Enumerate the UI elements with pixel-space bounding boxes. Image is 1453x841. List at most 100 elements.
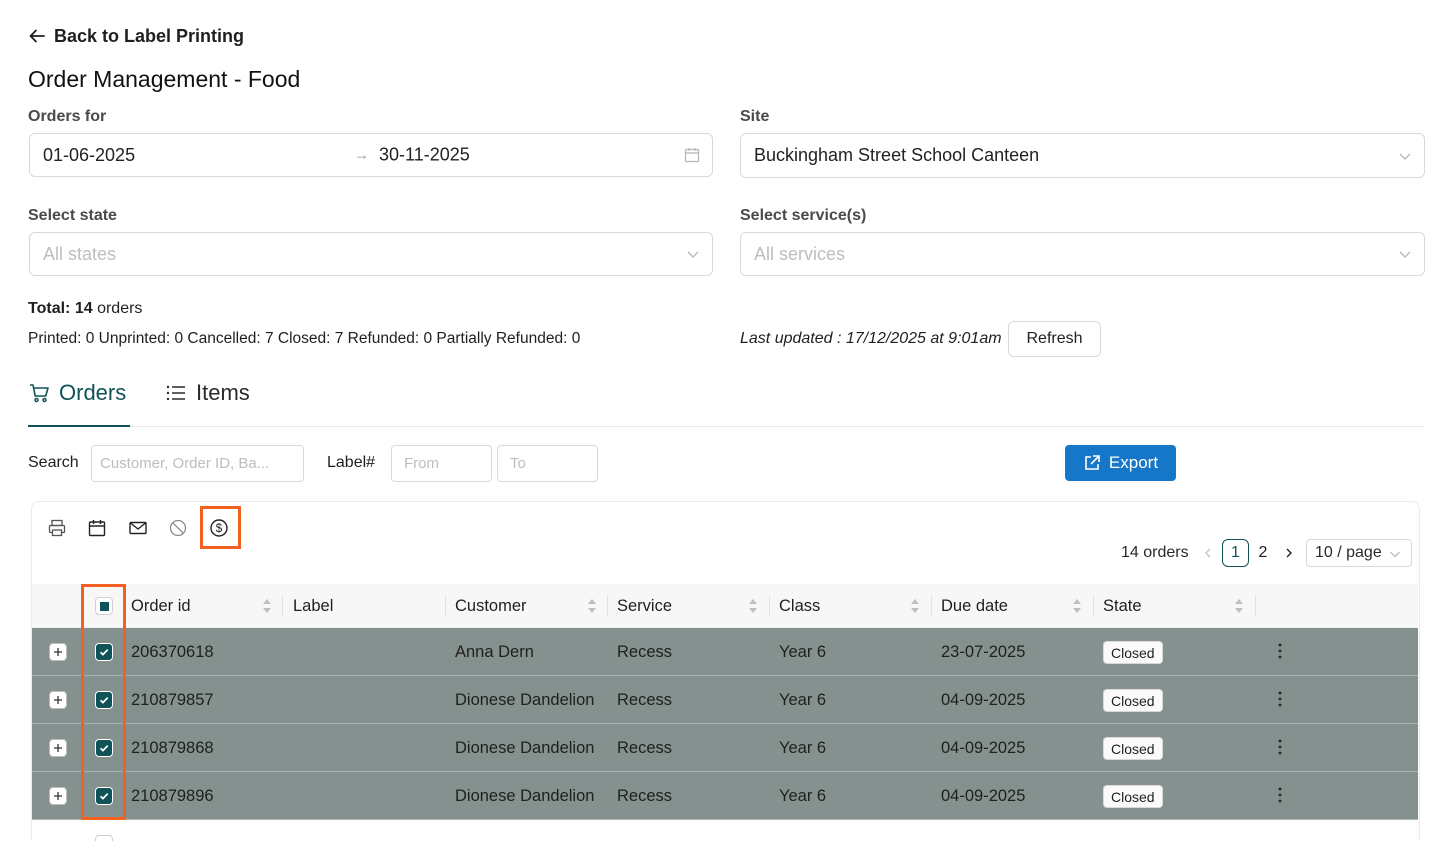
email-button[interactable] <box>127 517 149 539</box>
row-actions-button[interactable] <box>1273 640 1287 662</box>
column-class[interactable]: Class <box>779 584 820 628</box>
select-service-label: Select service(s) <box>740 207 867 224</box>
state-placeholder: All states <box>43 243 117 264</box>
select-all-checkbox[interactable] <box>95 597 113 615</box>
status-badge: Closed <box>1103 785 1163 808</box>
mail-icon <box>129 521 147 535</box>
table-row[interactable] <box>32 820 1418 841</box>
calendar-icon <box>684 148 700 163</box>
total-orders-line: Total: 14 orders <box>28 300 142 318</box>
label-from-placeholder: From <box>404 455 439 472</box>
column-service[interactable]: Service <box>617 584 672 628</box>
due-date: 04-09-2025 <box>941 786 1026 805</box>
site-select[interactable]: Buckingham Street School Canteen <box>740 133 1425 178</box>
tab-items-label: Items <box>196 380 250 405</box>
tab-orders[interactable]: Orders <box>28 376 126 410</box>
total-suffix: orders <box>97 300 143 317</box>
print-button[interactable] <box>46 517 68 539</box>
column-divider <box>607 595 608 617</box>
customer-name: Anna Dern <box>455 642 534 661</box>
expand-row-button[interactable] <box>49 691 67 709</box>
chevron-left-icon <box>1205 548 1211 558</box>
column-divider <box>931 595 932 617</box>
export-button[interactable]: Export <box>1065 445 1176 481</box>
column-customer[interactable]: Customer <box>455 584 527 628</box>
reschedule-button[interactable] <box>86 517 108 539</box>
service-name: Recess <box>617 738 673 757</box>
column-order-id[interactable]: Order id <box>131 584 191 628</box>
check-icon <box>99 649 109 656</box>
check-icon <box>99 697 109 704</box>
due-date: 23-07-2025 <box>941 642 1026 661</box>
chevron-down-icon <box>1399 153 1411 160</box>
date-range-picker[interactable]: 01-06-2025 → 30-11-2025 <box>29 133 713 177</box>
column-label: Label <box>293 596 334 615</box>
customer-name: Dionese Dandelion <box>455 786 595 805</box>
tabs-bar: Orders Items <box>28 370 1424 427</box>
arrow-left-icon <box>29 29 45 43</box>
next-page-button[interactable] <box>1282 539 1296 567</box>
cart-icon <box>30 384 49 403</box>
page-size-select[interactable]: 10 / page <box>1306 539 1412 567</box>
more-vertical-icon <box>1278 691 1282 707</box>
table-row[interactable]: 210879896 Dionese Dandelion Recess Year … <box>32 772 1418 820</box>
prev-page-button[interactable] <box>1201 539 1215 567</box>
sort-icon[interactable] <box>587 597 597 615</box>
due-date: 04-09-2025 <box>941 738 1026 757</box>
sort-icon[interactable] <box>748 597 758 615</box>
row-checkbox[interactable] <box>95 835 113 841</box>
due-date: 04-09-2025 <box>941 690 1026 709</box>
row-checkbox[interactable] <box>95 739 113 757</box>
total-prefix: Total: <box>28 300 71 317</box>
list-icon <box>166 385 185 401</box>
back-link-label: Back to Label Printing <box>54 25 245 46</box>
row-actions-button[interactable] <box>1273 736 1287 758</box>
sort-icon[interactable] <box>1072 597 1082 615</box>
column-due-date[interactable]: Due date <box>941 584 1008 628</box>
date-end[interactable]: 30-11-2025 <box>379 145 470 166</box>
refund-button[interactable]: $ <box>208 517 230 539</box>
label-to-input[interactable]: To <box>497 445 598 482</box>
service-name: Recess <box>617 690 673 709</box>
search-placeholder: Customer, Order ID, Ba... <box>100 455 270 472</box>
more-vertical-icon <box>1278 643 1282 659</box>
page-2-button[interactable]: 2 <box>1255 539 1271 567</box>
row-actions-button[interactable] <box>1273 784 1287 806</box>
search-input[interactable]: Customer, Order ID, Ba... <box>91 445 304 482</box>
service-placeholder: All services <box>754 243 846 264</box>
sort-icon[interactable] <box>262 597 272 615</box>
check-icon <box>99 745 109 752</box>
row-checkbox[interactable] <box>95 787 113 805</box>
date-start[interactable]: 01-06-2025 <box>43 145 135 166</box>
expand-row-button[interactable] <box>49 739 67 757</box>
refresh-button[interactable]: Refresh <box>1008 321 1101 357</box>
column-state[interactable]: State <box>1103 584 1142 628</box>
tab-items[interactable]: Items <box>165 376 250 410</box>
back-to-label-printing-link[interactable]: Back to Label Printing <box>28 24 244 48</box>
status-badge: Closed <box>1103 689 1163 712</box>
order-id: 210879896 <box>131 786 214 805</box>
dollar-circle-icon: $ <box>210 519 228 537</box>
order-id: 206370618 <box>131 642 214 661</box>
table-row[interactable]: 210879868 Dionese Dandelion Recess Year … <box>32 724 1418 772</box>
page-1-button[interactable]: 1 <box>1222 539 1249 567</box>
state-select[interactable]: All states <box>29 232 713 276</box>
sort-icon[interactable] <box>1234 597 1244 615</box>
expand-row-button[interactable] <box>49 643 67 661</box>
row-checkbox[interactable] <box>95 691 113 709</box>
sort-icon[interactable] <box>910 597 920 615</box>
label-from-input[interactable]: From <box>391 445 492 482</box>
cancel-order-button[interactable] <box>167 517 189 539</box>
service-name: Recess <box>617 786 673 805</box>
row-actions-button[interactable] <box>1273 688 1287 710</box>
status-badge: Closed <box>1103 641 1163 664</box>
more-vertical-icon <box>1278 739 1282 755</box>
row-checkbox[interactable] <box>95 643 113 661</box>
service-select[interactable]: All services <box>740 232 1425 276</box>
expand-row-button[interactable] <box>49 787 67 805</box>
table-row[interactable]: 210879857 Dionese Dandelion Recess Year … <box>32 676 1418 724</box>
order-id: 210879868 <box>131 738 214 757</box>
svg-text:$: $ <box>216 523 223 535</box>
label-number-label: Label# <box>327 454 376 471</box>
table-row[interactable]: 206370618 Anna Dern Recess Year 6 23-07-… <box>32 628 1418 676</box>
